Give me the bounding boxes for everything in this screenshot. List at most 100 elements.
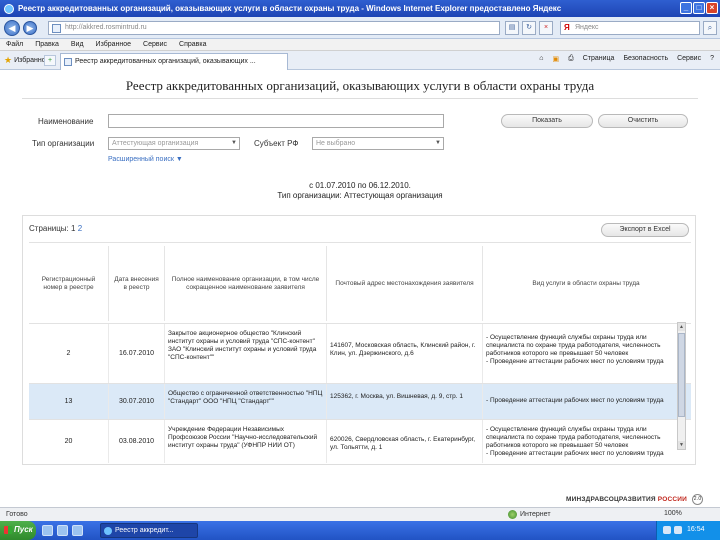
advanced-search-label: Расширенный поиск (108, 156, 174, 163)
cell-address: 141607, Московская область, Клинский рай… (327, 324, 483, 383)
col-header-date: Дата внесения в реестр (109, 246, 165, 321)
back-button[interactable]: ◀ (4, 20, 20, 36)
divider (22, 98, 698, 99)
menu-file[interactable]: Файл (6, 41, 23, 48)
tab-current[interactable]: Реестр аккредитованных организаций, оказ… (60, 53, 288, 70)
menu-help[interactable]: Справка (179, 41, 206, 48)
windows-logo-icon (4, 526, 12, 534)
footer-logo: МИНЗДРАВСОЦРАЗВИТИЯ РОССИИ 2.0 (566, 494, 704, 505)
page-icon (52, 24, 61, 33)
pager-current: 1 (71, 224, 76, 233)
address-buttons: ▤ ↻ × (505, 21, 553, 35)
cmd-tools[interactable]: Сервис (677, 55, 701, 63)
table-row[interactable]: 13 30.07.2010 Общество с ограниченной от… (29, 383, 691, 419)
name-label: Наименование (38, 117, 94, 126)
taskbar: Пуск Реестр аккредит... 16:54 (0, 521, 720, 540)
export-excel-button[interactable]: Экспорт в Excel (601, 223, 689, 237)
start-button[interactable]: Пуск (0, 521, 36, 540)
add-favorite-icon[interactable]: + (44, 55, 56, 66)
network-icon[interactable] (663, 526, 671, 534)
search-icon[interactable]: ⌕ (703, 21, 717, 35)
menu-tools[interactable]: Сервис (143, 41, 167, 48)
yandex-icon: Я (564, 23, 570, 32)
system-tray: 16:54 (656, 521, 720, 540)
show-button[interactable]: Показать (501, 114, 593, 128)
type-select[interactable]: Аттестующая организация ▼ (108, 137, 240, 150)
compat-view-icon[interactable]: ▤ (505, 21, 519, 35)
status-bar: Готово Интернет 100% (0, 507, 720, 521)
star-icon: ★ (4, 55, 13, 65)
close-button[interactable]: × (706, 2, 718, 14)
help-icon[interactable]: ? (710, 55, 714, 63)
table-row[interactable]: 2 16.07.2010 Закрытое акционерное общест… (29, 323, 691, 383)
name-input[interactable] (108, 114, 444, 128)
cell-service: - Осуществление функций службы охраны тр… (486, 426, 664, 457)
home-icon[interactable]: ⌂ (539, 55, 543, 63)
feeds-icon[interactable]: ▣ (552, 55, 559, 63)
taskbar-window-button[interactable]: Реестр аккредит... (100, 523, 198, 538)
chevron-down-icon: ▼ (435, 140, 441, 146)
show-desktop-icon[interactable] (42, 525, 53, 536)
security-zone: Интернет (508, 510, 551, 519)
cell-address: 620026, Свердловская область, г. Екатери… (327, 420, 483, 463)
scroll-thumb[interactable] (678, 333, 685, 417)
type-label: Тип организации (32, 139, 95, 148)
table-scrollbar[interactable]: ▲ ▼ (677, 322, 686, 450)
search-input[interactable]: Я Яндекс (560, 21, 700, 35)
tab-label: Реестр аккредитованных организаций, оказ… (75, 58, 256, 65)
ie-quicklaunch-icon[interactable] (57, 525, 68, 536)
menu-favorites[interactable]: Избранное (96, 41, 131, 48)
menu-edit[interactable]: Правка (35, 41, 59, 48)
forward-button[interactable]: ▶ (23, 21, 37, 35)
subject-select[interactable]: Не выбрано ▼ (312, 137, 444, 150)
stop-icon[interactable]: × (539, 21, 553, 35)
menu-bar: Файл Правка Вид Избранное Сервис Справка (0, 39, 720, 51)
pager-next[interactable]: 2 (78, 224, 82, 233)
col-header-number: Регистрационный номер в реестре (29, 246, 109, 321)
divider (29, 242, 691, 243)
volume-icon[interactable] (674, 526, 682, 534)
scroll-up-icon[interactable]: ▲ (678, 323, 685, 331)
subject-value: Не выбрано (316, 140, 356, 147)
cmd-safety[interactable]: Безопасность (623, 55, 668, 63)
search-placeholder: Яндекс (575, 24, 599, 31)
address-input[interactable]: http://akkred.rosmintrud.ru (48, 21, 500, 35)
maximize-button[interactable]: □ (693, 2, 705, 14)
start-label: Пуск (14, 525, 33, 534)
col-header-name: Полное наименование организации, в том ч… (165, 246, 327, 321)
results-panel: Страницы: 1 2 Экспорт в Excel Регистраци… (22, 215, 696, 465)
menu-view[interactable]: Вид (71, 41, 84, 48)
zoom-level[interactable]: 100% (664, 510, 682, 517)
minimize-button[interactable]: _ (680, 2, 692, 14)
scroll-down-icon[interactable]: ▼ (678, 441, 685, 449)
cell-service: - Проведение аттестации рабочих мест по … (486, 397, 664, 404)
period-dates: с 01.07.2010 по 06.12.2010. (309, 181, 411, 190)
print-icon[interactable]: ⎙ (568, 55, 574, 63)
advanced-search-link[interactable]: Расширенный поиск ▼ (108, 156, 183, 163)
ie-icon (104, 527, 112, 535)
cell-service: - Осуществление функций службы охраны тр… (486, 334, 664, 365)
globe-icon (508, 510, 517, 519)
favorites-button[interactable]: ★ Избранное (4, 55, 50, 66)
explorer-quicklaunch-icon[interactable] (72, 525, 83, 536)
cell-date: 03.08.2010 (109, 420, 165, 463)
clock: 16:54 (687, 526, 705, 533)
refresh-icon[interactable]: ↻ (522, 21, 536, 35)
pager-label: Страницы: (29, 224, 69, 233)
footer-org: МИНЗДРАВСОЦРАЗВИТИЯ (566, 496, 656, 504)
address-toolbar: ◀ ▶ http://akkred.rosmintrud.ru ▤ ↻ × Я … (0, 17, 720, 39)
col-header-service: Вид услуги в области охраны труда (532, 279, 640, 287)
cell-number: 2 (29, 324, 109, 383)
cell-number: 13 (29, 384, 109, 419)
window-title: Реестр аккредитованных организаций, оказ… (18, 4, 562, 13)
footer-country: РОССИИ (657, 496, 688, 504)
zone-label: Интернет (520, 511, 551, 518)
chevron-down-icon: ▼ (231, 140, 237, 146)
footer-badge: 2.0 (692, 494, 704, 505)
cmd-page[interactable]: Страница (583, 55, 615, 63)
table-row[interactable]: 20 03.08.2010 Учреждение Федерации Незав… (29, 419, 691, 463)
cell-name: Закрытое акционерное общество "Клинский … (165, 324, 327, 383)
period-type: Тип организации: Аттестующая организация (277, 191, 443, 200)
tab-page-icon (64, 58, 72, 66)
clear-button[interactable]: Очистить (598, 114, 688, 128)
